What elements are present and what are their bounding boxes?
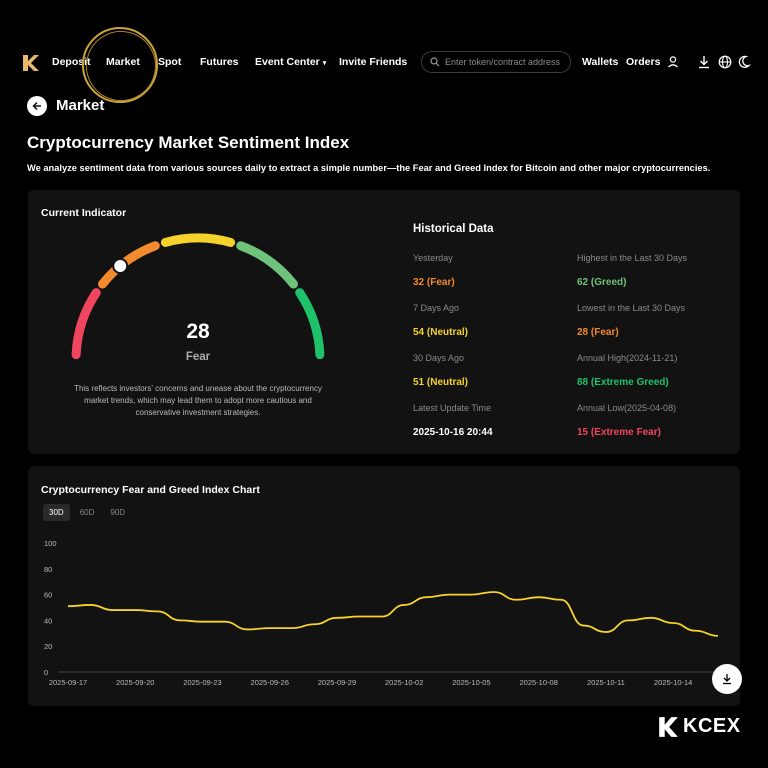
breadcrumb[interactable]: Market — [56, 97, 104, 114]
nav-orders[interactable]: Orders — [626, 56, 660, 68]
x-tick-label: 2025-09-17 — [49, 678, 87, 687]
search-icon — [430, 57, 440, 67]
gauge-segment — [295, 288, 325, 360]
moon-icon[interactable] — [738, 54, 754, 70]
nav-event-center[interactable]: Event Center ▾ — [255, 56, 326, 68]
gauge-segment — [236, 241, 298, 289]
fear-greed-line-chart: 0 20 40 60 80 100 2025-09-17 2025-09-20 2025-09-… — [44, 539, 723, 687]
hist-label-30days: 30 Days Ago — [413, 353, 465, 363]
chevron-down-icon: ▾ — [322, 60, 327, 67]
gauge-segment — [71, 288, 101, 360]
x-tick-label: 2025-09-20 — [116, 678, 154, 687]
x-tick-label: 2025-10-02 — [385, 678, 423, 687]
hist-value-update-time: 2025-10-16 20:44 — [413, 427, 493, 438]
x-tick-label: 2025-10-14 — [654, 678, 692, 687]
y-tick-label: 0 — [44, 668, 48, 677]
y-tick-label: 60 — [44, 591, 52, 600]
hist-value-highest-30d: 62 (Greed) — [577, 277, 627, 288]
nav-invite-friends[interactable]: Invite Friends — [339, 56, 407, 68]
historical-data-title: Historical Data — [413, 223, 494, 235]
kcex-brand-logo-icon — [659, 716, 678, 737]
y-tick-label: 100 — [44, 539, 57, 548]
nav-wallets[interactable]: Wallets — [582, 56, 618, 68]
nav-market[interactable]: Market — [106, 56, 140, 68]
y-tick-label: 40 — [44, 616, 52, 625]
x-tick-label: 2025-10-05 — [452, 678, 490, 687]
hist-value-yesterday: 32 (Fear) — [413, 277, 455, 288]
y-tick-label: 20 — [44, 642, 52, 651]
x-tick-label: 2025-09-23 — [183, 678, 221, 687]
gauge-marker — [112, 257, 129, 274]
download-icon[interactable] — [696, 54, 712, 70]
nav-futures[interactable]: Futures — [200, 56, 239, 68]
kcex-logo-icon[interactable] — [20, 53, 40, 73]
nav-deposit[interactable]: Deposit — [52, 56, 91, 68]
hist-label-highest-30d: Highest in the Last 30 Days — [577, 253, 688, 263]
download-chart-button[interactable] — [712, 664, 742, 694]
top-nav: Deposit Market Spot Futures Event Center… — [12, 44, 758, 82]
gauge-value: 28 — [186, 320, 210, 343]
gauge-label: Fear — [185, 351, 211, 363]
x-tick-label: 2025-09-26 — [251, 678, 289, 687]
y-tick-label: 80 — [44, 565, 52, 574]
series-line — [67, 591, 719, 637]
hist-label-annual-low: Annual Low(2025-04-08) — [577, 403, 677, 413]
hist-value-lowest-30d: 28 (Fear) — [577, 327, 619, 338]
hist-value-annual-high: 88 (Extreme Greed) — [577, 377, 669, 388]
page-title: Cryptocurrency Market Sentiment Index — [27, 133, 350, 152]
page-description: We analyze sentiment data from various s… — [27, 163, 711, 173]
nav-event-center-label: Event Center — [255, 56, 320, 68]
x-tick-label: 2025-10-08 — [520, 678, 558, 687]
chart-card: Cryptocurrency Fear and Greed Index Char… — [28, 466, 740, 706]
globe-icon[interactable] — [717, 54, 733, 70]
brand-name: KCEX — [683, 715, 741, 737]
hist-label-lowest-30d: Lowest in the Last 30 Days — [577, 303, 686, 313]
gauge-description: This reflects investors' concerns and un… — [74, 384, 322, 417]
hist-label-7days: 7 Days Ago — [413, 303, 460, 313]
hist-label-update-time: Latest Update Time — [413, 403, 492, 413]
gauge-segment — [98, 241, 160, 289]
nav-spot[interactable]: Spot — [158, 56, 181, 68]
gauge-segment — [160, 233, 236, 247]
x-tick-label: 2025-10-11 — [587, 678, 625, 687]
back-button[interactable] — [27, 96, 47, 116]
sentiment-card: Current Indicator 28 Fear This reflects … — [28, 190, 740, 454]
arrow-left-icon — [32, 102, 41, 110]
hist-label-yesterday: Yesterday — [413, 253, 453, 263]
hist-value-annual-low: 15 (Extreme Fear) — [577, 427, 661, 438]
hist-value-7days: 54 (Neutral) — [413, 327, 469, 338]
download-icon — [723, 674, 731, 685]
hist-label-annual-high: Annual High(2024-11-21) — [577, 353, 678, 363]
user-icon[interactable] — [665, 54, 681, 70]
search-input[interactable]: Enter token/contract address — [421, 51, 571, 73]
x-tick-label: 2025-09-29 — [318, 678, 356, 687]
brand-watermark: KCEX — [657, 715, 741, 738]
hist-value-30days: 51 (Neutral) — [413, 377, 469, 388]
search-placeholder: Enter token/contract address — [445, 57, 561, 67]
